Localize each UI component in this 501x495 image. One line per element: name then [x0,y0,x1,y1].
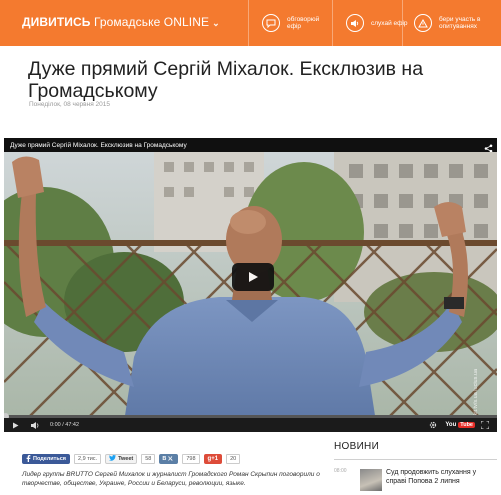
chat-bubble-icon [262,14,280,32]
nav-discuss[interactable]: обговорюй ефір [262,0,335,46]
google-plus-button[interactable]: g+1 [203,454,223,464]
nav-discuss-label: обговорюй ефір [287,16,320,30]
divider [402,0,403,46]
tweet-button[interactable]: Tweet [105,454,138,464]
news-item-thumbnail[interactable] [360,469,382,491]
vk-icon [168,456,175,463]
nav-listen-label: слухай ефір [371,19,408,27]
page-title: Дуже прямий Сергій Міхалок. Ексклюзив на… [28,58,424,102]
vk-count: 798 [182,454,200,464]
brand-bold: ДИВИТИСЬ [22,15,91,29]
settings-gear-icon[interactable] [429,421,437,429]
tweet-count: 58 [141,454,156,464]
google-plus-count: 20 [226,454,241,464]
news-divider [334,459,497,460]
nav-polls-label: бери участь в опитуваннях [439,16,481,30]
tweet-label: Tweet [118,456,134,462]
social-share-bar: Поделиться 2,9 тис. Tweet 58 В 798 g+1 2… [22,454,241,464]
facebook-share-label: Поделиться [33,456,67,462]
news-item-headline[interactable]: Суд продовжить слухання у справі Попова … [386,468,498,486]
player-controls: 0:00 / 47:42 You Tube [4,418,497,432]
publish-date: Понеділок, 08 червня 2015 [29,101,111,108]
facebook-share-count: 2,9 тис. [74,454,102,464]
divider [332,0,333,46]
warning-triangle-icon [414,14,432,32]
brand-light: Громадське ONLINE [93,15,210,29]
chevron-down-icon: ⌄ [212,18,220,28]
youtube-tube: Tube [458,422,475,428]
youtube-you: You [445,422,457,428]
video-player[interactable]: Дуже прямий Сергій Міхалок. Ексклюзив на… [4,138,497,432]
speaker-icon [346,14,364,32]
nav-listen[interactable]: слухай ефір [346,0,419,46]
brand-link[interactable]: ДИВИТИСЬ Громадське ONLINE ⌄ [22,15,220,29]
fullscreen-icon[interactable] [481,421,489,429]
facebook-share-button[interactable]: Поделиться [22,454,71,464]
news-item-time: 08:00 [334,468,347,474]
nav-polls[interactable]: бери участь в опитуваннях [414,0,499,46]
facebook-icon [26,454,31,464]
vk-label: В [162,456,167,462]
vk-share-button[interactable]: В [159,454,179,464]
news-heading: НОВИНИ [334,441,380,452]
video-time: 0:00 / 47:42 [50,422,80,428]
article-lead: Лидер группы BRUTTO Сергей Михалок и жур… [22,471,320,487]
video-title[interactable]: Дуже прямий Сергій Міхалок. Ексклюзив на… [10,142,187,149]
play-icon[interactable] [12,422,19,429]
youtube-logo[interactable]: You Tube [445,422,475,428]
volume-icon[interactable] [31,421,40,429]
video-watermark: kit.tv/s.ua lucius.ua [473,369,479,416]
top-bar: ДИВИТИСЬ Громадське ONLINE ⌄ обговорюй еф… [0,0,501,46]
twitter-bird-icon [109,455,117,463]
play-button[interactable] [232,263,274,291]
news-item[interactable]: 08:00 Суд продовжить слухання у справі П… [334,466,497,495]
divider [248,0,249,46]
